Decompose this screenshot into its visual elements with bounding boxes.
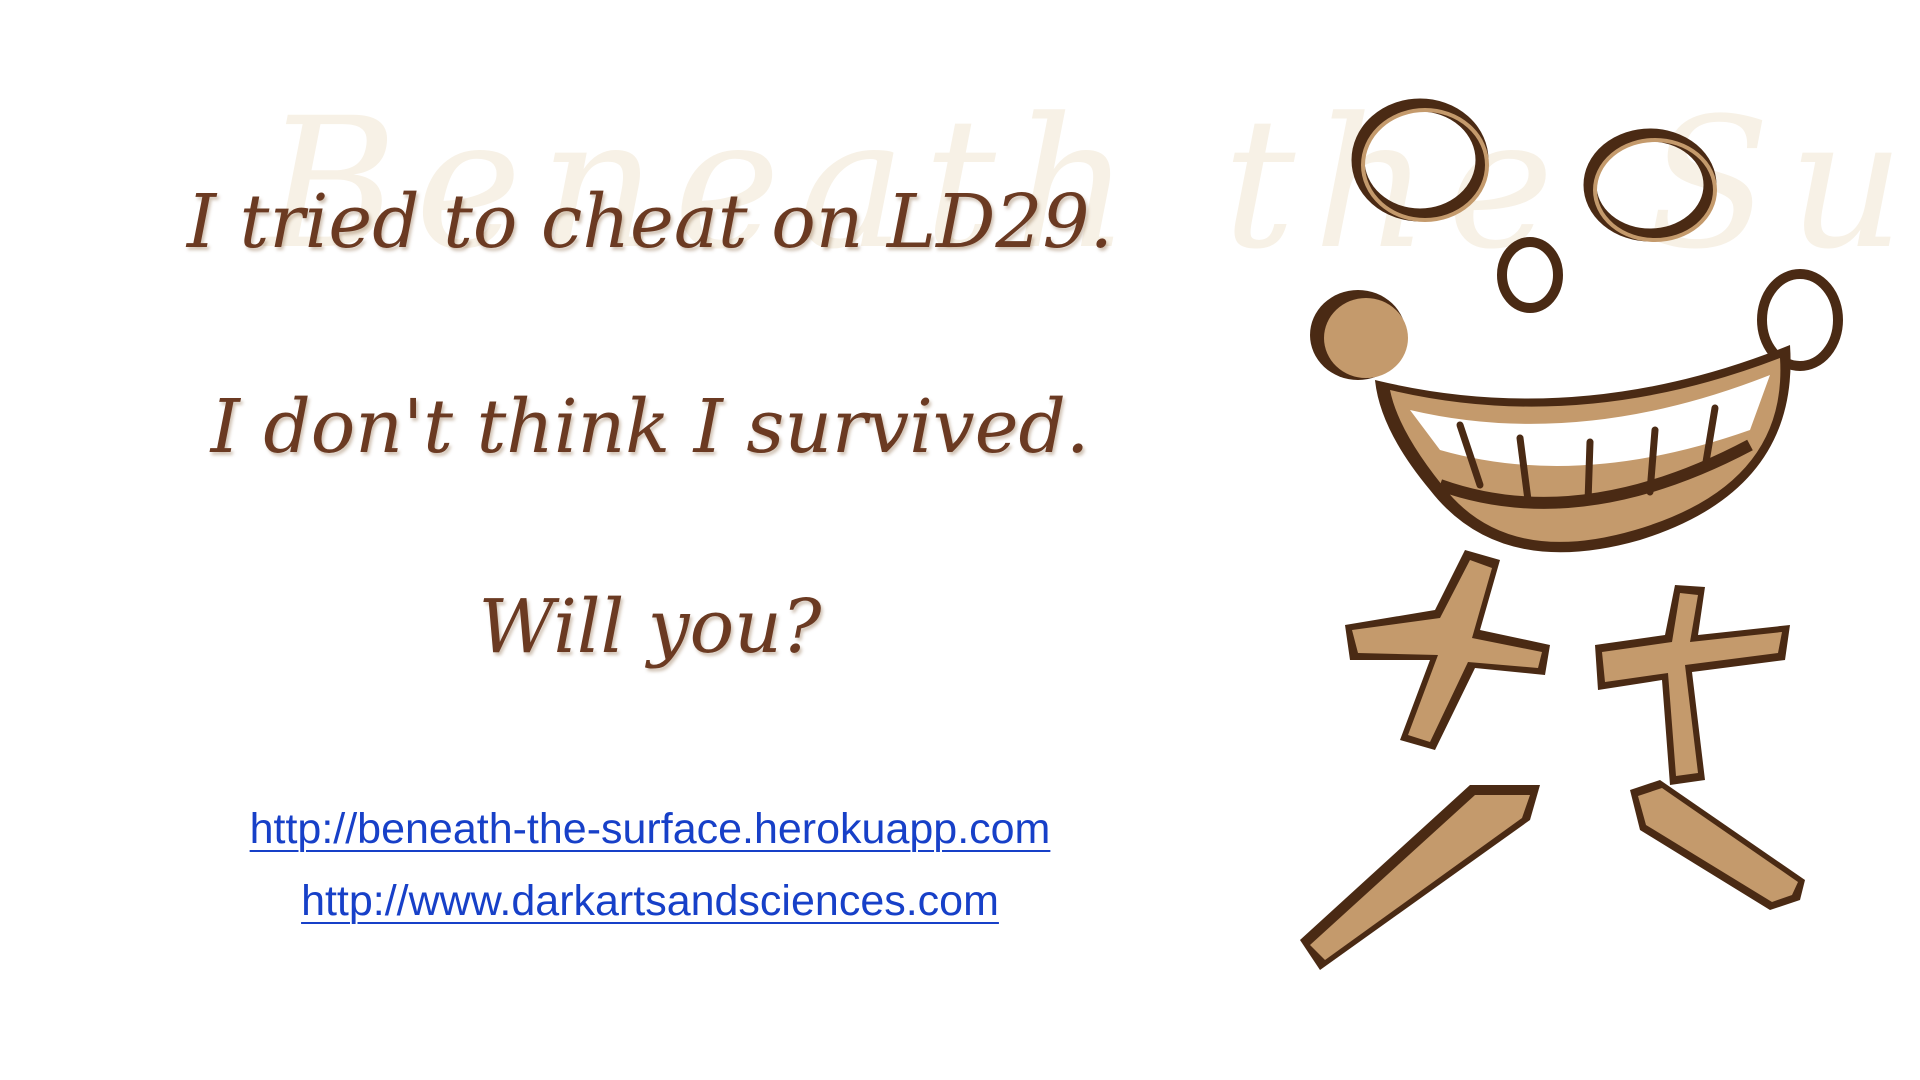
crossbones-icon [1300,550,1805,970]
studio-link[interactable]: http://www.darkartsandsciences.com [301,877,999,925]
message-line-1: I tried to cheat on LD29. [186,179,1114,265]
splash-card: Beneath the Surface I tried to cheat on … [0,0,1920,1080]
studio-link-row: http://www.darkartsandsciences.com [110,880,1190,923]
grinning-skull-face-icon [1300,98,1843,970]
grin-mouth-icon [1375,345,1791,553]
message-line-2: I don't think I survived. [210,384,1090,470]
eye-right-icon [1583,128,1717,242]
message-line-3: Will you? [478,584,822,670]
game-link-row: http://beneath-the-surface.herokuapp.com [110,808,1190,851]
nose-icon [1497,237,1563,313]
game-link[interactable]: http://beneath-the-surface.herokuapp.com [250,805,1051,853]
eye-left-icon [1351,98,1489,222]
cheek-left-icon [1310,290,1408,380]
